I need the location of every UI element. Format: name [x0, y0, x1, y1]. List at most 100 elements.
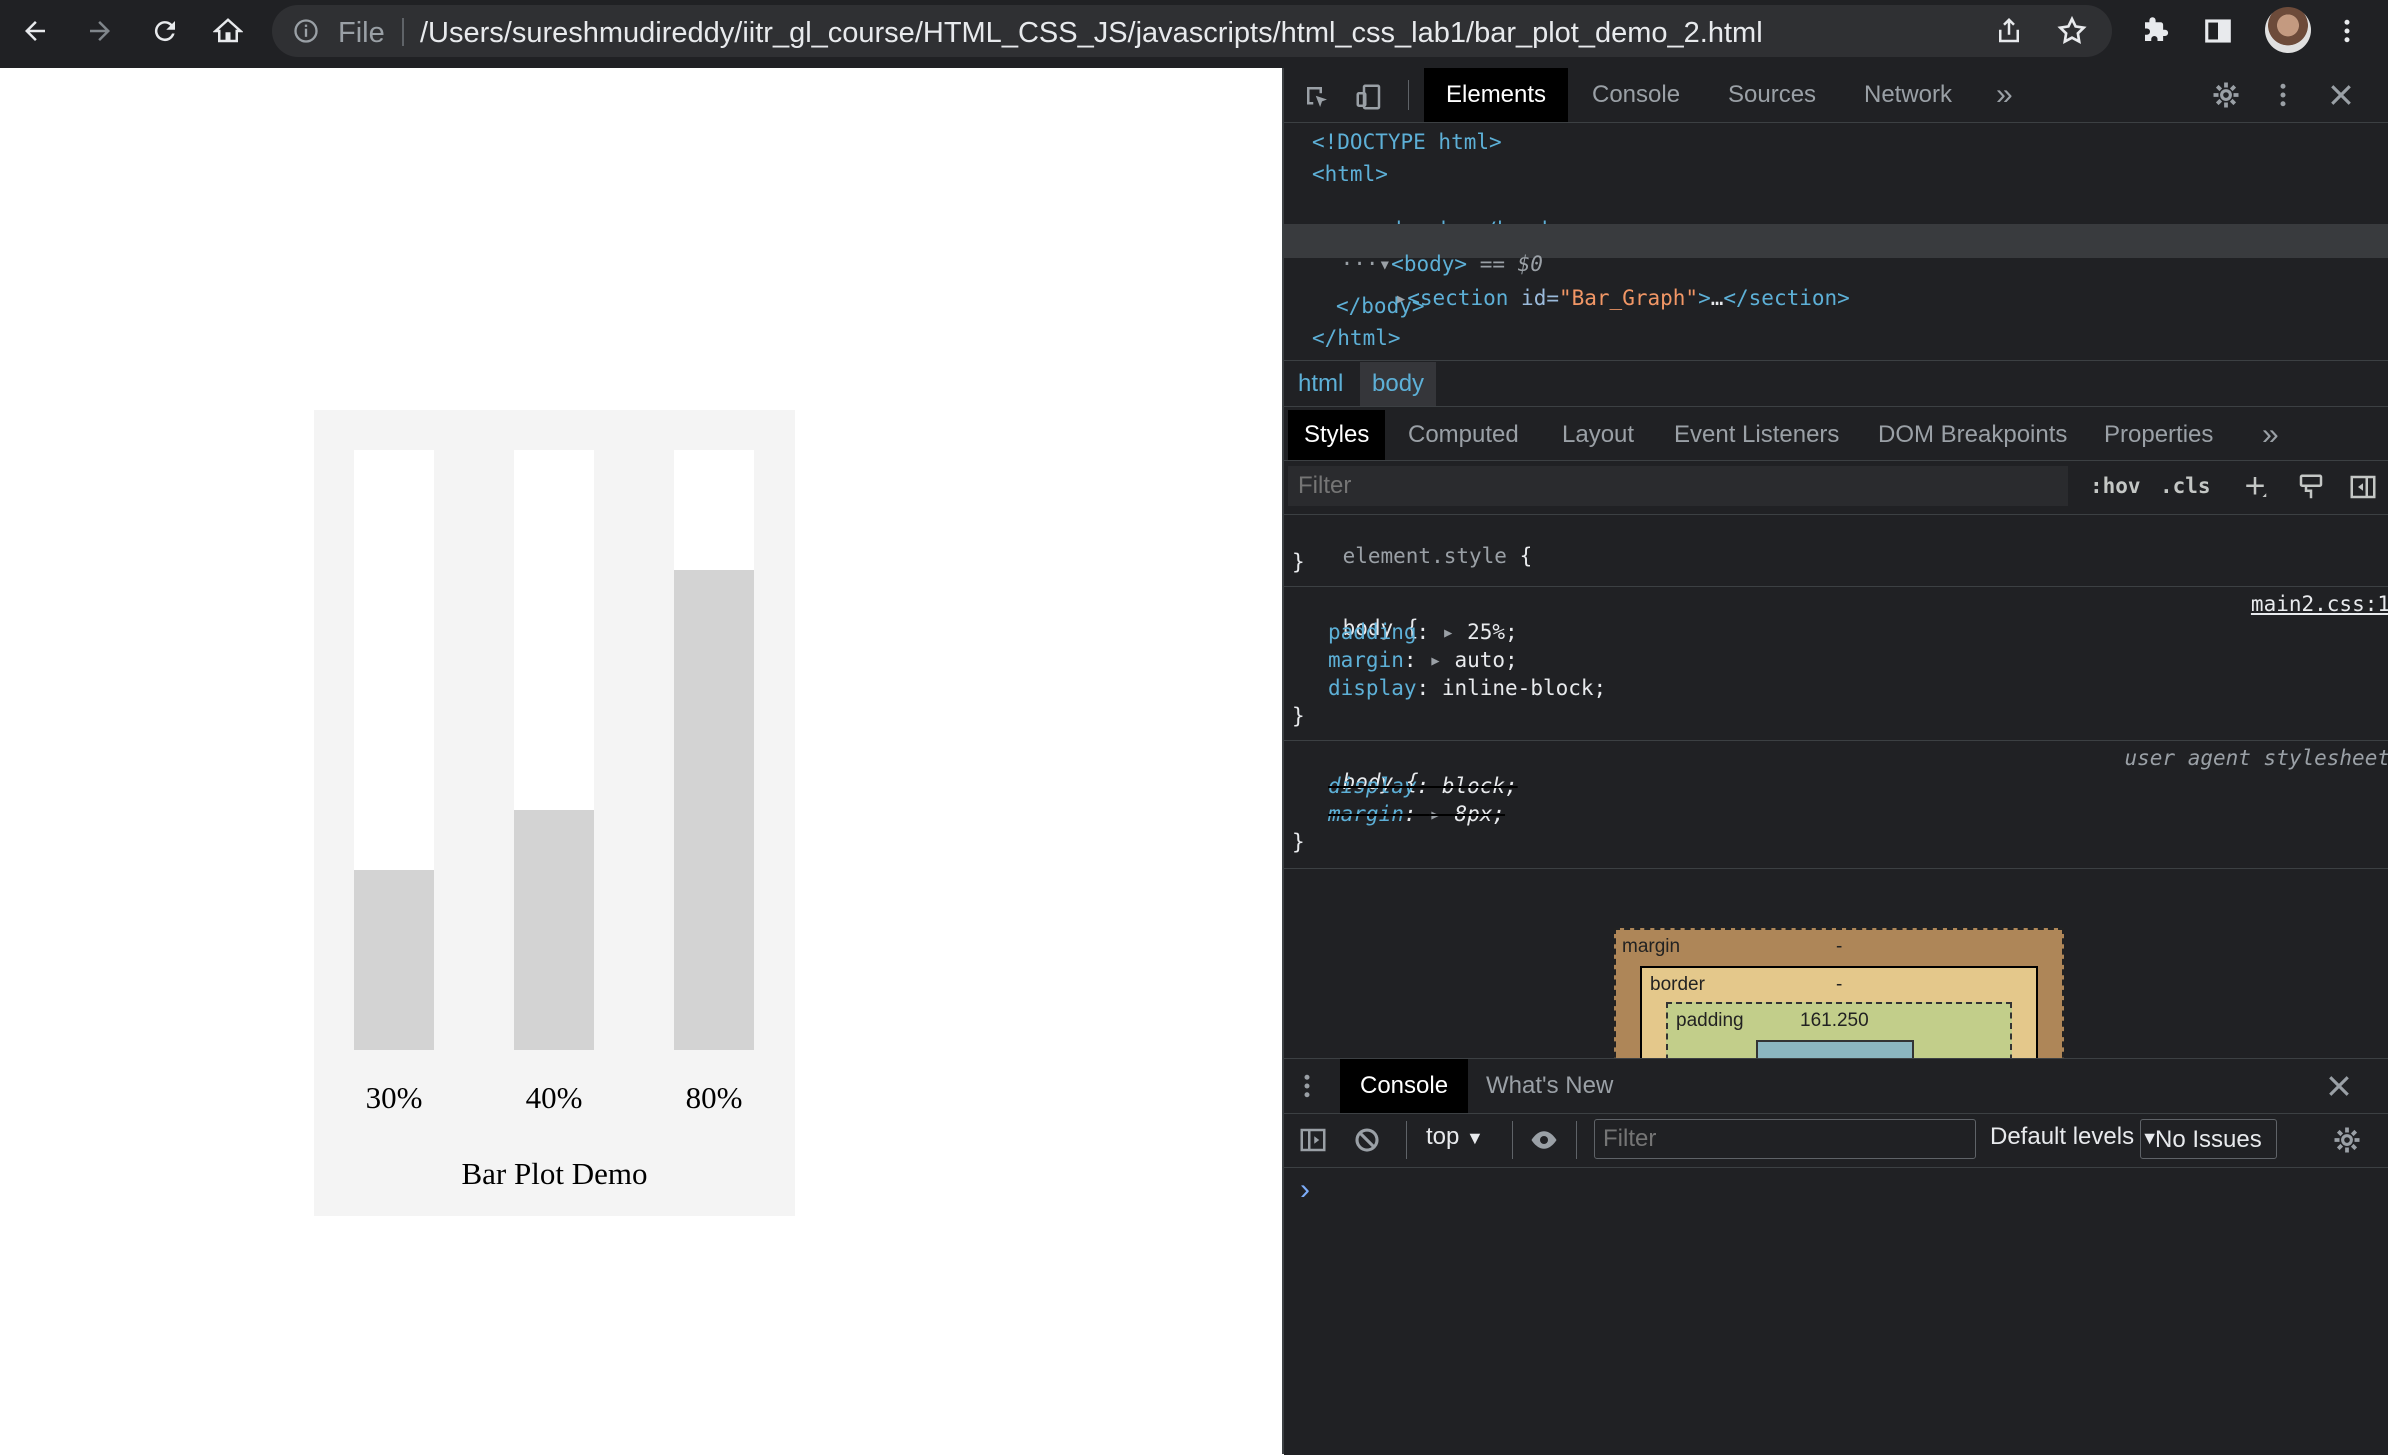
show-sidebar-icon[interactable]: [1298, 1125, 1328, 1155]
dom-doctype[interactable]: <!DOCTYPE html>: [1312, 130, 1502, 154]
prop-value: block;: [1441, 774, 1518, 798]
console-drawer: Console What's New top ▼ Default levels …: [1284, 1058, 2388, 1455]
dom-body-close[interactable]: </body>: [1336, 294, 1425, 318]
expand-triangle-icon[interactable]: ▸: [1429, 648, 1454, 672]
divider: [1284, 360, 2388, 361]
rule1-prop-display[interactable]: display: inline-block;: [1328, 676, 1606, 700]
rule1-source-link[interactable]: main2.css:1: [2251, 592, 2388, 616]
rule1-prop-padding[interactable]: padding: ▸ 25%;: [1328, 620, 1518, 644]
devtools-panel: Elements Console Sources Network » <!DOC…: [1282, 68, 2388, 1455]
paint-icon[interactable]: [2296, 472, 2326, 502]
extensions-icon[interactable]: [2130, 0, 2180, 62]
box-margin-value: -: [1836, 936, 1843, 957]
prop-name: display: [1328, 774, 1417, 798]
close-brace: }: [1292, 830, 1305, 854]
toggle-sidebar-icon[interactable]: [2348, 472, 2378, 502]
dom-html-open[interactable]: <html>: [1312, 162, 1388, 186]
divider: [1284, 868, 2388, 869]
hov-toggle[interactable]: :hov: [2090, 474, 2141, 498]
log-levels-value: Default levels: [1990, 1123, 2135, 1150]
url-separator: [402, 18, 404, 46]
prop-name: margin: [1328, 648, 1404, 672]
context-selector[interactable]: top ▼: [1426, 1123, 1484, 1151]
expand-triangle-icon[interactable]: ▸: [1442, 620, 1467, 644]
drawer-tab-whats-new[interactable]: What's New: [1486, 1059, 1613, 1113]
dom-section-gt: >: [1698, 286, 1711, 310]
bar: [354, 870, 434, 1050]
back-icon[interactable]: [10, 0, 60, 62]
inspect-icon[interactable]: [1302, 82, 1332, 112]
issues-button[interactable]: No Issues: [2140, 1119, 2277, 1159]
breadcrumb-body[interactable]: body: [1360, 362, 1437, 406]
file-label: File: [338, 17, 385, 49]
subtab-computed[interactable]: Computed: [1408, 410, 1519, 460]
prop-value: inline-block;: [1441, 676, 1607, 700]
info-icon[interactable]: [292, 17, 320, 45]
subtab-event-listeners[interactable]: Event Listeners: [1674, 410, 1839, 460]
tab-console[interactable]: Console: [1592, 68, 1680, 122]
star-icon[interactable]: [2056, 15, 2088, 47]
clear-console-icon[interactable]: [1352, 1125, 1382, 1155]
subtab-styles[interactable]: Styles: [1288, 410, 1386, 460]
console-settings-icon[interactable]: [2332, 1125, 2362, 1155]
subtab-layout[interactable]: Layout: [1562, 410, 1634, 460]
chevron-down-icon: ▼: [1466, 1128, 1484, 1148]
prop-name: margin: [1328, 802, 1404, 826]
home-icon[interactable]: [203, 0, 253, 62]
subtab-properties[interactable]: Properties: [2104, 410, 2213, 460]
divider: [1284, 514, 2388, 515]
box-margin-label: margin: [1622, 936, 1681, 957]
breadcrumb-html[interactable]: html: [1298, 370, 1343, 398]
log-levels-dropdown[interactable]: Default levels ▼: [1990, 1123, 2159, 1151]
rule1-prop-margin[interactable]: margin: ▸ auto;: [1328, 648, 1518, 672]
more-tabs-icon[interactable]: »: [1996, 68, 2013, 122]
box-model-margin[interactable]: margin - border - padding 161.250: [1614, 928, 2064, 1100]
bar: [674, 570, 754, 1050]
prop-value: 25%;: [1467, 620, 1518, 644]
live-expression-eye-icon[interactable]: [1528, 1125, 1560, 1155]
context-value: top: [1426, 1123, 1460, 1150]
close-devtools-icon[interactable]: [2326, 80, 2356, 110]
divider: [1284, 406, 2388, 407]
rule2-prop-margin: margin: ▸ 8px;: [1328, 802, 1506, 826]
expand-triangle-icon: ▸: [1429, 802, 1455, 826]
styles-subtabs: Styles Computed Layout Event Listeners D…: [1284, 410, 2388, 460]
url-text[interactable]: /Users/sureshmudireddy/iitr_gl_course/HT…: [420, 17, 1763, 50]
settings-icon[interactable]: [2211, 80, 2241, 110]
box-padding-value: 161.250: [1800, 1010, 1869, 1031]
tab-elements[interactable]: Elements: [1424, 68, 1569, 122]
device-toolbar-icon[interactable]: [1354, 82, 1384, 112]
divider: [1284, 1113, 2388, 1114]
bar-track: [354, 450, 434, 1050]
dom-html-close[interactable]: </html>: [1312, 326, 1401, 350]
forward-icon[interactable]: [75, 0, 125, 62]
toolbar-divider: [1406, 1121, 1407, 1159]
avatar[interactable]: [2265, 7, 2311, 53]
dom-section-ellipsis: …: [1710, 286, 1724, 310]
console-filter-input[interactable]: [1594, 1119, 1976, 1159]
tab-sources[interactable]: Sources: [1728, 68, 1816, 122]
bar-label: 40%: [525, 1080, 583, 1115]
browser-toolbar: File /Users/sureshmudireddy/iitr_gl_cour…: [0, 0, 2388, 68]
kebab-menu-icon[interactable]: [2268, 80, 2298, 110]
address-bar[interactable]: File /Users/sureshmudireddy/iitr_gl_cour…: [272, 5, 2112, 57]
close-drawer-icon[interactable]: [2324, 1071, 2354, 1101]
menu-icon[interactable]: [2322, 0, 2372, 62]
more-subtabs-icon[interactable]: »: [2262, 410, 2279, 460]
styles-filter-input[interactable]: [1288, 466, 2068, 506]
reload-icon[interactable]: [140, 0, 190, 62]
share-icon[interactable]: [1994, 16, 2024, 46]
bar-label: 80%: [685, 1080, 743, 1115]
cls-toggle[interactable]: .cls: [2160, 474, 2211, 498]
tab-network[interactable]: Network: [1864, 68, 1952, 122]
element-style-rule[interactable]: element.style {: [1292, 520, 1533, 592]
side-panel-icon[interactable]: [2193, 0, 2243, 62]
open-brace: {: [1519, 544, 1533, 568]
new-style-rule-icon[interactable]: [2240, 472, 2270, 502]
drawer-tab-console[interactable]: Console: [1340, 1059, 1469, 1113]
subtab-dom-breakpoints[interactable]: DOM Breakpoints: [1878, 410, 2067, 460]
divider: [1284, 460, 2388, 461]
drawer-menu-icon[interactable]: [1292, 1071, 1322, 1101]
console-prompt-icon[interactable]: ›: [1300, 1173, 1310, 1207]
bar-label: 30%: [365, 1080, 423, 1115]
